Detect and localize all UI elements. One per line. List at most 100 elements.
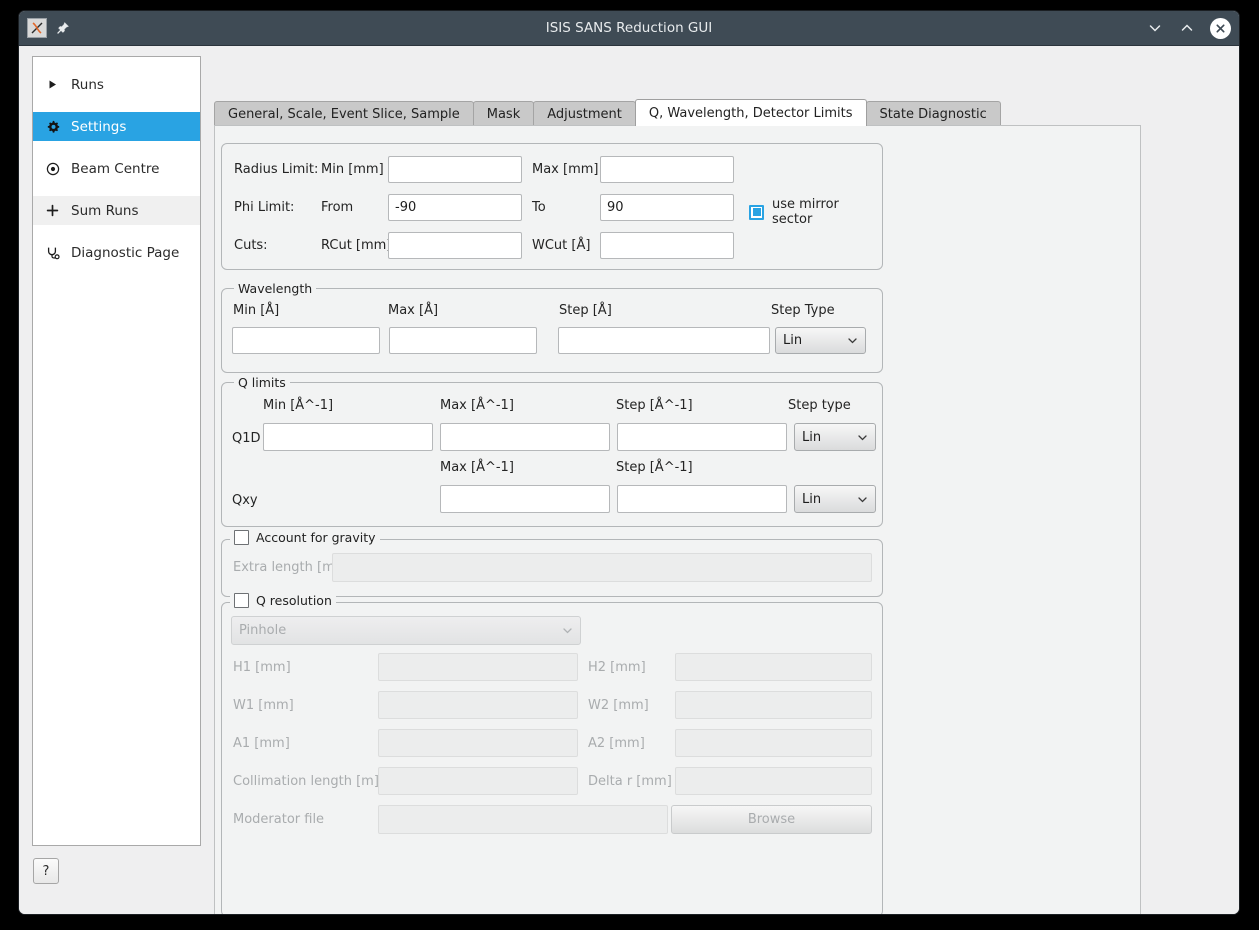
wcut-label: WCut [Å] (532, 238, 590, 253)
q-resolution-label: Q resolution (256, 593, 332, 608)
wavelength-group-title: Wavelength (234, 281, 316, 296)
use-mirror-sector-checkbox[interactable] (749, 205, 764, 220)
q-limits-group-title: Q limits (234, 375, 290, 390)
phi-to-input[interactable] (600, 194, 734, 221)
q-resolution-group: Q resolution Pinhole H1 [mm] H2 [mm] W1 … (221, 602, 883, 915)
a1-input (378, 729, 578, 757)
title-bar: ISIS SANS Reduction GUI (19, 11, 1239, 46)
q1d-step-type-value: Lin (802, 430, 856, 445)
q-resolution-type-value: Pinhole (239, 623, 561, 638)
browse-button[interactable]: Browse (671, 805, 872, 834)
sidebar-item-label: Runs (71, 77, 104, 93)
sidebar-item-runs[interactable]: Runs (33, 70, 200, 99)
q-resolution-checkbox[interactable] (234, 593, 249, 608)
sidebar-item-beam-centre[interactable]: Beam Centre (33, 154, 200, 183)
tab-state-diagnostic[interactable]: State Diagnostic (866, 101, 1001, 126)
use-mirror-sector-label: use mirror sector (772, 197, 882, 227)
qxy-step-input[interactable] (617, 485, 787, 513)
wavelength-min-input[interactable] (232, 327, 380, 354)
gear-icon (45, 119, 60, 134)
sidebar-item-diagnostic-page[interactable]: Diagnostic Page (33, 238, 200, 267)
sidebar-item-settings[interactable]: Settings (33, 112, 200, 141)
sidebar-item-label: Sum Runs (71, 203, 139, 219)
q-limits-group: Q limits Min [Å^-1] Max [Å^-1] Step [Å^-… (221, 382, 883, 527)
wavelength-min-label: Min [Å] (233, 303, 279, 318)
tab-panel-q-wavelength-detector-limits: Radius Limit: Min [mm] Max [mm] Phi Limi… (214, 125, 1141, 915)
phi-to-label: To (532, 200, 546, 215)
window-body: Runs Settings Beam Cen (19, 46, 1239, 915)
sidebar-item-label: Diagnostic Page (71, 245, 179, 261)
extra-length-label: Extra length [m] (233, 560, 340, 575)
wavelength-group: Wavelength Min [Å] Max [Å] Step [Å] Step… (221, 288, 883, 373)
radius-min-input[interactable] (388, 156, 522, 183)
account-for-gravity-checkbox[interactable] (234, 530, 249, 545)
help-button[interactable]: ? (33, 858, 59, 884)
chevron-down-icon (856, 493, 868, 505)
tab-general-scale-event-slice-sample[interactable]: General, Scale, Event Slice, Sample (214, 101, 474, 126)
target-dot-icon (45, 161, 60, 176)
rcut-label: RCut [mm] (321, 238, 391, 253)
q-step-type-header: Step type (788, 398, 851, 413)
h1-label: H1 [mm] (233, 660, 291, 675)
rcut-input[interactable] (388, 232, 522, 259)
radius-limit-label: Radius Limit: (234, 162, 318, 177)
sidebar-item-sum-runs[interactable]: Sum Runs (33, 196, 200, 225)
minimize-button[interactable] (1146, 19, 1164, 37)
delta-r-label: Delta r [mm] (588, 774, 672, 789)
sidebar-item-label: Settings (71, 119, 126, 135)
q-resolution-title-row[interactable]: Q resolution (230, 593, 336, 608)
q1d-step-input[interactable] (617, 423, 787, 451)
q1d-max-header: Max [Å^-1] (440, 398, 514, 413)
wavelength-step-input[interactable] (558, 327, 770, 354)
radius-max-label: Max [mm] (532, 162, 598, 177)
collimation-length-label: Collimation length [m] (233, 774, 379, 789)
play-triangle-icon (45, 77, 60, 92)
wavelength-step-type-label: Step Type (771, 303, 835, 318)
q-resolution-type-select: Pinhole (231, 616, 581, 645)
sidebar-item-label: Beam Centre (71, 161, 159, 177)
tab-mask[interactable]: Mask (473, 101, 534, 126)
phi-from-label: From (321, 200, 353, 215)
q1d-min-input[interactable] (263, 423, 433, 451)
wavelength-max-label: Max [Å] (388, 303, 438, 318)
q1d-step-type-select[interactable]: Lin (794, 423, 876, 451)
w1-label: W1 [mm] (233, 698, 294, 713)
maximize-button[interactable] (1178, 19, 1196, 37)
stethoscope-icon (45, 245, 60, 260)
tab-q-wavelength-detector-limits[interactable]: Q, Wavelength, Detector Limits (635, 99, 867, 126)
qxy-step-type-select[interactable]: Lin (794, 485, 876, 513)
limits-group: Radius Limit: Min [mm] Max [mm] Phi Limi… (221, 143, 883, 270)
qxy-max-header: Max [Å^-1] (440, 460, 514, 475)
w2-label: W2 [mm] (588, 698, 649, 713)
qxy-max-input[interactable] (440, 485, 610, 513)
q1d-min-header: Min [Å^-1] (263, 398, 333, 413)
q1d-step-header: Step [Å^-1] (616, 398, 693, 413)
collimation-length-input (378, 767, 578, 795)
mantid-logo-icon[interactable] (27, 18, 47, 38)
q1d-max-input[interactable] (440, 423, 610, 451)
chevron-down-icon (561, 625, 573, 637)
h2-label: H2 [mm] (588, 660, 646, 675)
wavelength-step-type-select[interactable]: Lin (775, 327, 866, 354)
wavelength-max-input[interactable] (389, 327, 537, 354)
wcut-input[interactable] (600, 232, 734, 259)
phi-from-input[interactable] (388, 194, 522, 221)
delta-r-input (675, 767, 872, 795)
radius-max-input[interactable] (600, 156, 734, 183)
application-window: ISIS SANS Reduction GUI (18, 10, 1240, 915)
h1-input (378, 653, 578, 681)
a2-label: A2 [mm] (588, 736, 645, 751)
chevron-down-icon (846, 335, 858, 347)
pin-icon[interactable] (55, 20, 71, 36)
window-controls (1146, 18, 1231, 39)
w2-input (675, 691, 872, 719)
radius-min-label: Min [mm] (321, 162, 384, 177)
account-for-gravity-label: Account for gravity (256, 530, 376, 545)
close-button[interactable] (1210, 18, 1231, 39)
window-title: ISIS SANS Reduction GUI (19, 20, 1239, 36)
use-mirror-sector-row[interactable]: use mirror sector (749, 197, 882, 227)
q1d-row-label: Q1D (232, 431, 261, 446)
tab-adjustment[interactable]: Adjustment (533, 101, 636, 126)
qxy-step-header: Step [Å^-1] (616, 460, 693, 475)
account-for-gravity-title-row[interactable]: Account for gravity (230, 530, 380, 545)
